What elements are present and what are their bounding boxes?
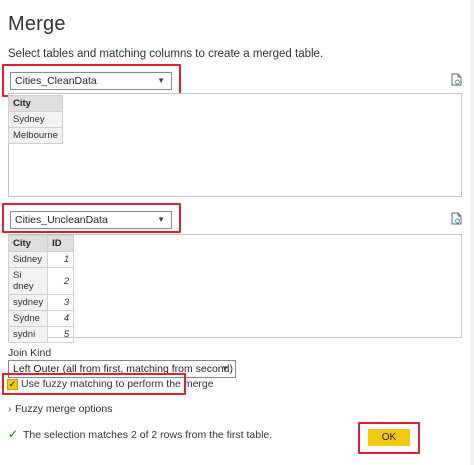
highlight-fuzzy-matching — [2, 373, 186, 395]
table-row: sydni 5 — [7, 326, 75, 343]
refresh-icon[interactable] — [451, 73, 462, 86]
dialog-title: Merge — [8, 13, 66, 35]
column-header-city[interactable]: City — [8, 95, 63, 112]
table-row: Sydne 4 — [7, 310, 75, 327]
chevron-down-icon: ▼ — [221, 364, 229, 373]
table-cell: 3 — [47, 294, 75, 311]
scrollbar[interactable] — [470, 0, 474, 465]
checkmark-icon: ✓ — [8, 427, 19, 441]
table-cell: Sidney — [7, 251, 49, 268]
table-cell: sydni — [7, 326, 49, 343]
table-cell: Si dney — [7, 267, 49, 295]
table-cell: 1 — [47, 251, 75, 268]
highlight-ok-button — [358, 422, 420, 454]
dialog-subtitle: Select tables and matching columns to cr… — [8, 48, 324, 60]
column-header-id[interactable]: ID — [47, 235, 75, 252]
table-row: Sidney 1 — [7, 251, 75, 268]
column-header-city[interactable]: City — [7, 235, 49, 252]
first-table-preview — [8, 93, 462, 197]
table-cell: Melbourne — [8, 127, 63, 144]
match-status-message: The selection matches 2 of 2 rows from t… — [23, 429, 273, 441]
table-row: Melbourne — [8, 127, 63, 144]
refresh-icon[interactable] — [451, 212, 462, 225]
table-cell: Sydney — [8, 111, 63, 128]
table-cell: sydney — [7, 294, 49, 311]
merge-dialog: Merge Select tables and matching columns… — [0, 0, 474, 465]
table-cell: Sydne — [7, 310, 49, 327]
join-kind-label: Join Kind — [8, 347, 52, 359]
fuzzy-merge-options-toggle[interactable]: Fuzzy merge options — [15, 403, 112, 415]
highlight-second-table — [2, 203, 181, 233]
second-table-preview — [8, 234, 462, 338]
chevron-right-icon[interactable]: › — [8, 403, 12, 415]
first-table-grid: City Sydney Melbourne — [8, 95, 63, 144]
table-cell: 5 — [47, 326, 75, 343]
table-row: Sydney — [8, 111, 63, 128]
table-row: sydney 3 — [7, 294, 75, 311]
table-row: Si dney 2 — [7, 267, 75, 295]
second-table-grid: City ID Sidney 1 Si dney 2 sydney 3 Sydn… — [7, 235, 75, 343]
table-cell: 4 — [47, 310, 75, 327]
table-cell: 2 — [47, 267, 75, 295]
